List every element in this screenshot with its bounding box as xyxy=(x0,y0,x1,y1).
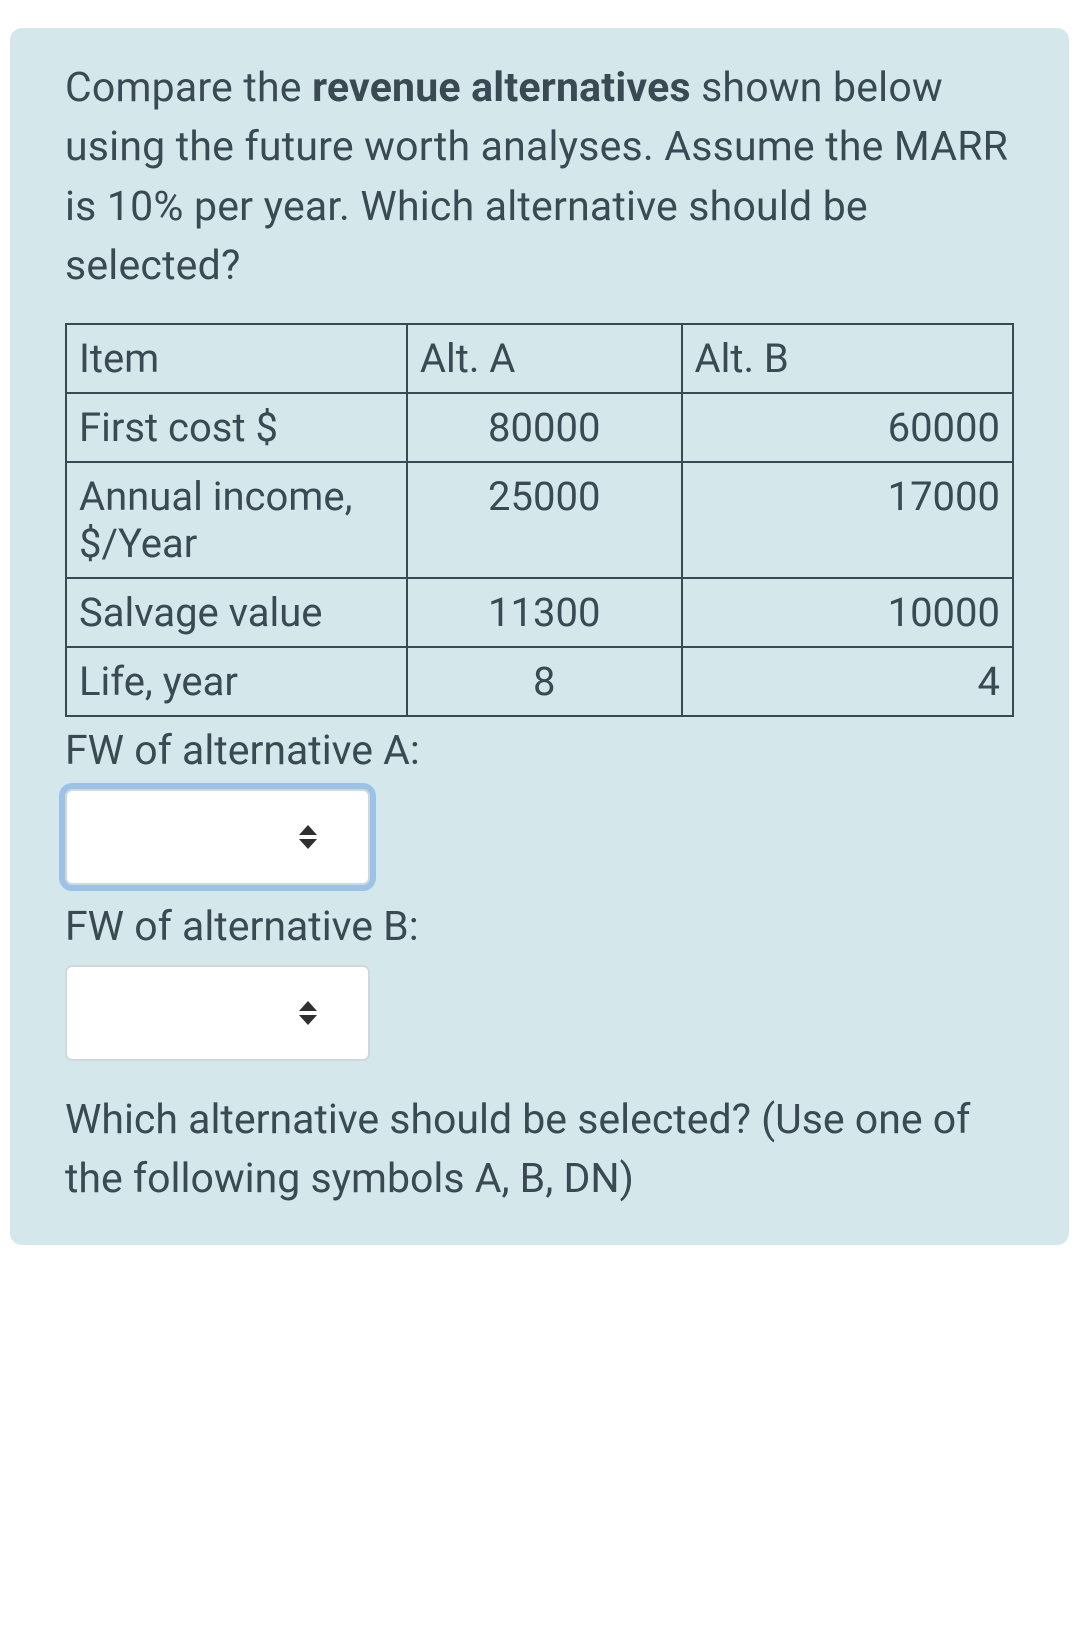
row-value-b: 60000 xyxy=(682,393,1013,462)
row-value-a: 8 xyxy=(407,647,682,716)
row-value-a: 11300 xyxy=(407,578,682,647)
select-arrows-icon xyxy=(296,822,320,852)
row-value-b: 17000 xyxy=(682,462,1013,578)
table-row: Life, year 8 4 xyxy=(66,647,1013,716)
table-header-row: Item Alt. A Alt. B xyxy=(66,324,1013,393)
row-value-a: 25000 xyxy=(407,462,682,578)
fw-a-select[interactable] xyxy=(65,789,370,885)
comparison-table: Item Alt. A Alt. B First cost $ 80000 60… xyxy=(65,323,1014,717)
fw-b-select[interactable] xyxy=(65,965,370,1061)
select-arrows-icon xyxy=(296,998,320,1028)
problem-statement: Compare the revenue alternatives shown b… xyxy=(65,59,1014,297)
row-label: Annual income, $/Year xyxy=(66,462,407,578)
intro-bold: revenue alternatives xyxy=(312,64,691,112)
intro-pre: Compare the xyxy=(65,64,312,112)
question-card: Compare the revenue alternatives shown b… xyxy=(10,28,1069,1245)
row-value-b: 4 xyxy=(682,647,1013,716)
table-row: Annual income, $/Year 25000 17000 xyxy=(66,462,1013,578)
row-label: Life, year xyxy=(66,647,407,716)
row-label: First cost $ xyxy=(66,393,407,462)
header-alt-a: Alt. A xyxy=(407,324,682,393)
row-value-b: 10000 xyxy=(682,578,1013,647)
table-row: First cost $ 80000 60000 xyxy=(66,393,1013,462)
row-label: Salvage value xyxy=(66,578,407,647)
fw-a-label: FW of alternative A: xyxy=(65,727,1014,775)
table-row: Salvage value 11300 10000 xyxy=(66,578,1013,647)
spacer xyxy=(65,1210,1014,1212)
page: Compare the revenue alternatives shown b… xyxy=(0,28,1080,1650)
fw-b-select-wrap xyxy=(65,965,370,1061)
header-alt-b: Alt. B xyxy=(682,324,1013,393)
selection-question: Which alternative should be selected? (U… xyxy=(65,1091,1014,1210)
fw-b-label: FW of alternative B: xyxy=(65,903,1014,951)
fw-a-select-wrap xyxy=(65,789,370,885)
row-value-a: 80000 xyxy=(407,393,682,462)
header-item: Item xyxy=(66,324,407,393)
